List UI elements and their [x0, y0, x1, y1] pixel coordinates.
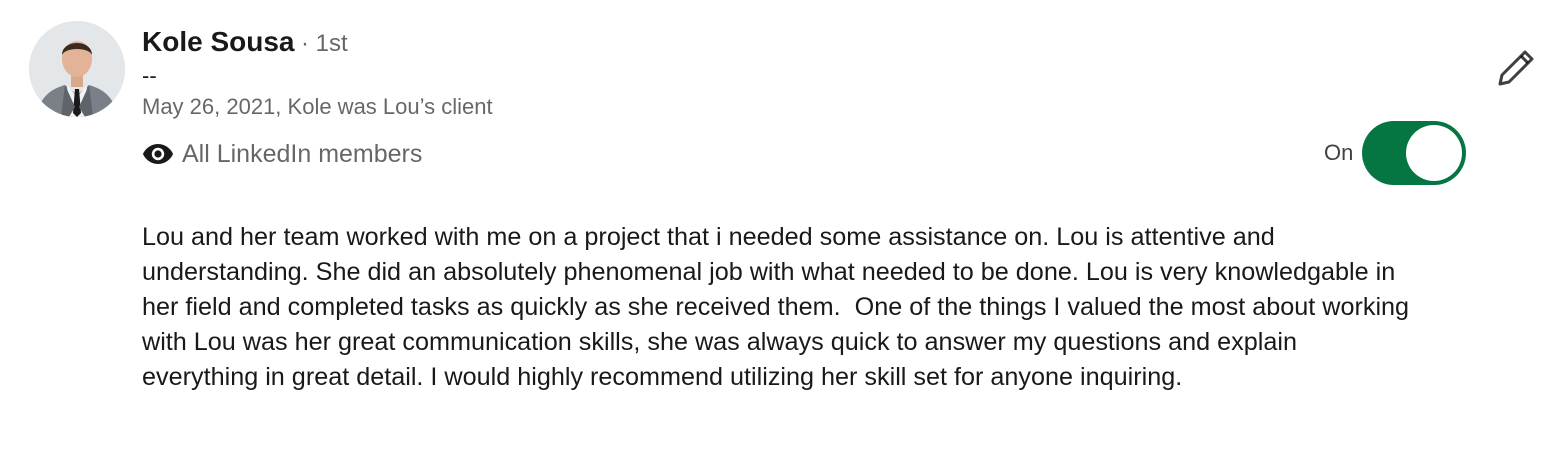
author-heading: Kole Sousa · 1st: [142, 24, 348, 65]
connection-degree: · 1st: [300, 30, 348, 57]
eye-icon: [142, 138, 174, 170]
recommendation-text: Lou and her team worked with me on a pro…: [142, 223, 1417, 391]
recommendation-meta: May 26, 2021, Kole was Lou’s client: [142, 94, 493, 119]
author-headline: --: [142, 63, 157, 88]
visibility-setting: All LinkedIn members: [142, 138, 422, 170]
visibility-toggle-group: On: [1324, 121, 1467, 185]
profile-photo: [29, 21, 125, 117]
visibility-label: All LinkedIn members: [182, 139, 423, 168]
author-name[interactable]: Kole Sousa: [142, 26, 294, 57]
avatar[interactable]: [29, 21, 125, 117]
visibility-toggle[interactable]: [1362, 121, 1467, 185]
pencil-icon[interactable]: [1494, 46, 1538, 90]
toggle-knob: [1406, 125, 1463, 181]
toggle-label: On: [1324, 140, 1354, 165]
